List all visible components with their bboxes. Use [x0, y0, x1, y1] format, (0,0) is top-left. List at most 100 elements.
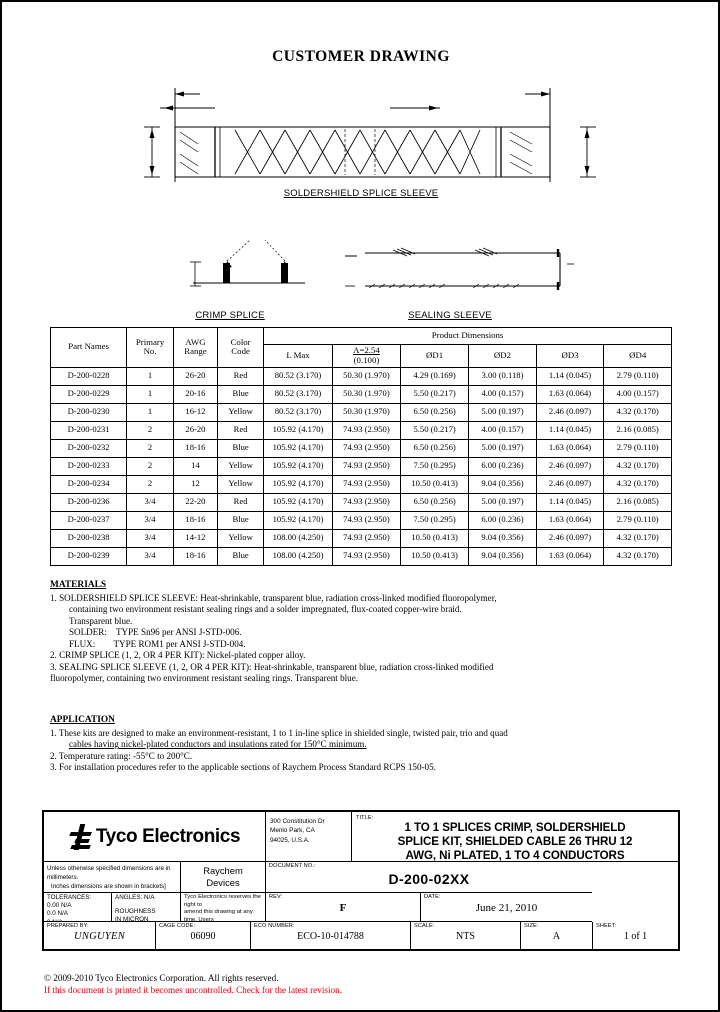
cell-a: 74.93 (2.950)	[331, 510, 402, 530]
rights-line-2: amend this drawing at any time. Users	[184, 909, 253, 922]
title-block-row-2: Unless otherwise specified dimensions ar…	[44, 862, 678, 893]
table-row: D-200-0234 2 12 Yellow 105.92 (4.170) 74…	[49, 474, 672, 494]
cell-od4: 2.79 (0.110)	[603, 510, 672, 530]
drawing-title-line-1: 1 TO 1 SPLICES CRIMP, SOLDERSHIELD	[404, 821, 626, 834]
cell-a: 50.30 (1.970)	[331, 384, 402, 404]
company-logo: Tyco Electronics	[44, 812, 266, 862]
table-row: D-200-0238 3/4 14-12 Yellow 108.00 (4.25…	[49, 528, 672, 548]
title-block-row-4: PREPARED BY: UNGUYEN CAGE CODE: 06090 EC…	[44, 922, 678, 949]
cell-awg: 12	[172, 474, 219, 494]
drawing-title-line-2: SPLICE KIT, SHIELDED CABLE 26 THRU 12	[397, 835, 633, 849]
header-part-names: Part Names	[49, 327, 128, 368]
cell-od3: 1.63 (0.064)	[535, 510, 605, 530]
title-block: Tyco Electronics 300 Constitution Dr Men…	[42, 810, 680, 951]
division-line-2: Devices	[206, 877, 240, 888]
cell-od1: 5.50 (0.217)	[400, 420, 470, 440]
cell-color: Blue	[217, 510, 265, 530]
revision-label: REV:	[269, 894, 283, 900]
rights-disclaimer: Tyco Electronics reserves the right to a…	[181, 893, 266, 922]
date-value: June 21, 2010	[475, 902, 538, 914]
cell-od1: 6.50 (0.256)	[400, 438, 470, 458]
cell-od2: 4.00 (0.157)	[468, 384, 537, 404]
cell-color: Blue	[217, 384, 265, 404]
cell-od1: 7.50 (0.295)	[400, 456, 470, 476]
flux-label: FLUX:	[69, 638, 96, 649]
cell-part: D-200-0234	[49, 474, 128, 494]
document-number-label: DOCUMENT NO.:	[269, 863, 316, 869]
sheet-label: SHEET:	[596, 923, 617, 929]
angles-field: ANGLES: N/A ROUGHNESS IN MICRON	[112, 893, 181, 922]
table-row: D-200-0232 2 18-16 Blue 105.92 (4.170) 7…	[49, 438, 672, 458]
rights-line-1: Tyco Electronics reserves the right to	[184, 894, 261, 908]
materials-note-transparent-blue: Transparent blue.	[69, 615, 133, 626]
cell-a: 74.93 (2.950)	[331, 474, 402, 494]
cell-awg: 26-20	[172, 420, 219, 440]
footer: © 2009-2010 Tyco Electronics Corporation…	[44, 972, 684, 997]
figure-soldershield-splice-sleeve	[140, 82, 600, 192]
roughness-line-1: ROUGHNESS	[115, 908, 156, 916]
figure-caption-sealing-sleeve: SEALING SLEEVE	[365, 310, 535, 321]
header-od2: ØD2	[468, 344, 537, 368]
header-od4: ØD4	[603, 344, 672, 368]
cell-part: D-200-0228	[49, 366, 128, 386]
cell-od1: 10.50 (0.413)	[400, 474, 470, 494]
cell-a: 50.30 (1.970)	[331, 402, 402, 422]
caption-text-crimp-splice: CRIMP SPLICE	[195, 310, 265, 321]
cell-od2: 6.00 (0.236)	[468, 510, 537, 530]
application-note-1-cont: cables having nickel-plated conductors a…	[69, 739, 367, 750]
division-field: Raychem Devices	[181, 862, 266, 893]
cell-od2: 9.04 (0.356)	[468, 528, 537, 548]
uncontrolled-warning: If this document is printed it becomes u…	[44, 985, 343, 996]
cell-a: 74.93 (2.950)	[331, 528, 402, 548]
cell-lmax: 108.00 (4.250)	[263, 528, 333, 548]
cell-awg: 22-20	[172, 492, 219, 512]
table-row: D-200-0236 3/4 22-20 Red 105.92 (4.170) …	[49, 492, 672, 512]
header-color-code: Color Code	[217, 327, 265, 368]
cell-od2: 3.00 (0.118)	[468, 366, 537, 386]
cell-od3: 2.46 (0.097)	[535, 402, 605, 422]
cell-a: 74.93 (2.950)	[331, 492, 402, 512]
cell-color: Red	[217, 420, 265, 440]
date-field: DATE: June 21, 2010	[421, 893, 592, 922]
caption-text-soldershield: SOLDERSHIELD SPLICE SLEEVE	[283, 188, 439, 199]
cell-od2: 5.00 (0.197)	[468, 438, 537, 458]
cell-color: Yellow	[217, 528, 265, 548]
cell-od3: 1.63 (0.064)	[535, 384, 605, 404]
date-label: DATE:	[424, 894, 441, 900]
materials-heading: MATERIALS	[50, 580, 107, 590]
cell-lmax: 80.52 (3.170)	[263, 402, 333, 422]
table-row: D-200-0239 3/4 18-16 Blue 108.00 (4.250)…	[49, 546, 672, 566]
figure-crimp-splice	[185, 228, 365, 308]
table-header-row-1: Part Names Primary No. AWG Range Color Code…	[49, 327, 672, 368]
cell-color: Yellow	[217, 456, 265, 476]
materials-note-3-cont: fluoropolymer, containing two environmen…	[50, 673, 359, 684]
table-body: D-200-0228 1 26-20 Red 80.52 (3.170) 50.…	[49, 366, 672, 566]
cell-od3: 2.46 (0.097)	[535, 528, 605, 548]
revision-value: F	[339, 902, 347, 914]
cell-od1: 6.50 (0.256)	[400, 492, 470, 512]
header-product-dimensions: Product Dimensions	[263, 327, 672, 345]
eco-number-field: ECO NUMBER: ECO-10-014788	[251, 922, 411, 949]
header-od1: ØD1	[400, 344, 470, 368]
prepared-by-label: PREPARED BY:	[47, 923, 89, 929]
cell-color: Red	[217, 492, 265, 512]
cell-od2: 5.00 (0.197)	[468, 492, 537, 512]
tyco-logo-icon	[67, 823, 92, 850]
cell-part: D-200-0239	[49, 546, 128, 566]
cell-od2: 4.00 (0.157)	[468, 420, 537, 440]
division-name: Raychem Devices	[203, 865, 243, 889]
tolerance-line-2: 0.0 N/A	[47, 910, 68, 918]
cell-part: D-200-0236	[49, 492, 128, 512]
address-line-1: 300 Constitution Dr	[270, 818, 325, 825]
materials-note-1-cont: containing two environment resistant sea…	[69, 604, 462, 615]
table-row: D-200-0237 3/4 18-16 Blue 105.92 (4.170)…	[49, 510, 672, 530]
cell-lmax: 105.92 (4.170)	[263, 474, 333, 494]
prepared-by-value: UNGUYEN	[73, 931, 126, 942]
cell-lmax: 80.52 (3.170)	[263, 384, 333, 404]
company-name: Tyco Electronics	[95, 825, 241, 847]
cell-od3: 1.63 (0.064)	[535, 438, 605, 458]
cell-od2: 9.04 (0.356)	[468, 546, 537, 566]
cell-od3: 1.14 (0.045)	[535, 366, 605, 386]
tolerance-line-1: 0.00 N/A	[47, 902, 72, 910]
table-row: D-200-0229 1 20-16 Blue 80.52 (3.170) 50…	[49, 384, 672, 404]
